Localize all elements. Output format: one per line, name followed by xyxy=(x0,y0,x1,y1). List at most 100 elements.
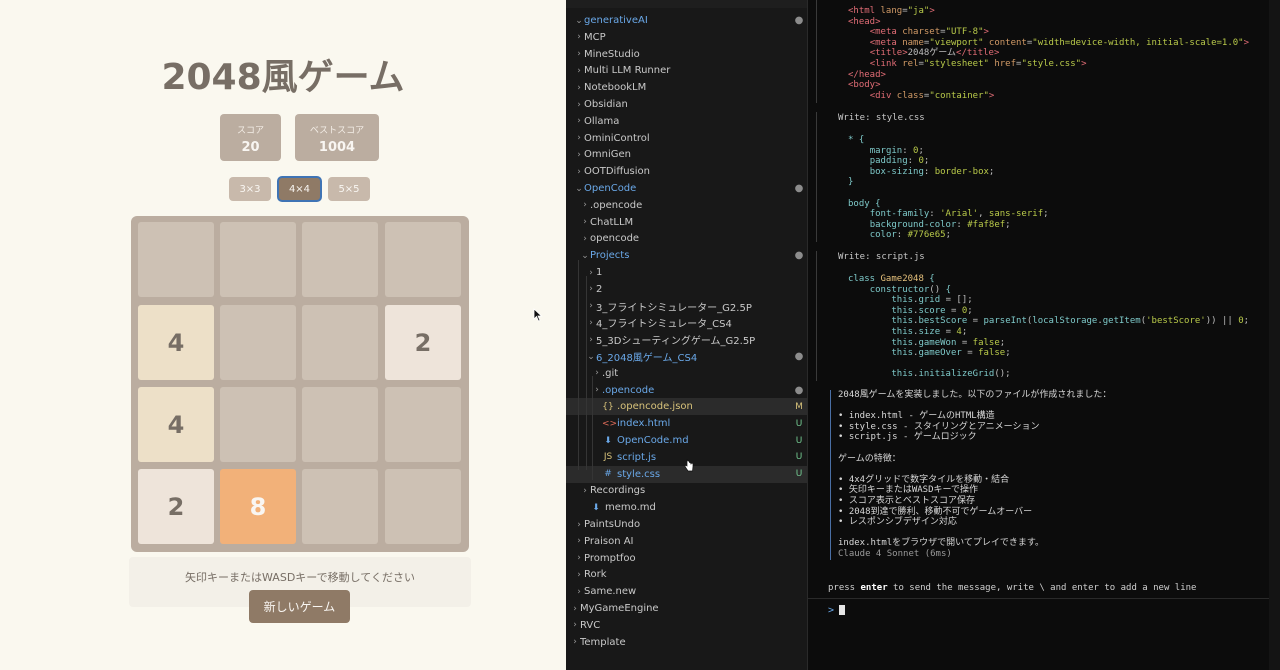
chevron-right-icon: › xyxy=(583,233,587,244)
explorer-item[interactable]: <> index.html U xyxy=(566,415,807,432)
explorer-item-label: .git xyxy=(602,367,619,379)
indent-guide xyxy=(592,376,593,480)
chevron-right-icon: › xyxy=(577,133,581,144)
indent-guide xyxy=(578,260,579,470)
explorer-item[interactable]: {} .opencode.json M xyxy=(566,398,807,416)
explorer-item[interactable]: › Obsidian xyxy=(566,96,807,113)
explorer-item[interactable]: › PaintsUndo xyxy=(566,516,807,533)
empty-cell xyxy=(302,222,378,297)
explorer-item[interactable]: › 1 xyxy=(566,264,807,281)
explorer-item[interactable]: › ChatLLM xyxy=(566,214,807,231)
explorer-item[interactable]: › Template xyxy=(566,634,807,651)
new-game-button[interactable]: 新しいゲーム xyxy=(249,590,350,623)
git-status-badge: U xyxy=(795,418,803,429)
response-line: • style.css - スタイリングとアニメーション xyxy=(838,421,1040,432)
explorer-item[interactable]: › Recordings xyxy=(566,482,807,499)
explorer-item-label: .opencode.json xyxy=(617,401,693,413)
explorer-item[interactable]: › 4_フライトシミュレータ_CS4 xyxy=(566,314,807,331)
explorer-item[interactable]: ⌄ OpenCode ● xyxy=(566,180,807,197)
explorer-item[interactable]: › MineStudio xyxy=(566,46,807,63)
response-line: 2048風ゲームを実装しました。以下のファイルが作成されました： xyxy=(838,390,1112,400)
help-text: 矢印キーまたはWASDキーで移動してください xyxy=(185,571,415,584)
explorer-item-label: generativeAI xyxy=(584,15,648,26)
output-guide-line xyxy=(816,251,817,381)
js-code-block: class Game2048 { constructor() { this.gr… xyxy=(848,274,1250,380)
explorer-item[interactable]: › Praison AI xyxy=(566,533,807,550)
explorer-item[interactable]: › .git xyxy=(566,365,807,382)
output-guide-line xyxy=(816,0,817,103)
explorer-item[interactable]: › 5_3Dシューティングゲーム_G2.5P xyxy=(566,331,807,348)
file-type-icon: # xyxy=(604,469,612,480)
response-line: • レスポンシブデザイン対応 xyxy=(838,517,957,528)
explorer-item-label: 1 xyxy=(596,267,603,278)
explorer-item[interactable]: › 3_フライトシミュレーター_G2.5P xyxy=(566,298,807,315)
chevron-right-icon: › xyxy=(583,200,587,211)
chevron-down-icon: ⌄ xyxy=(587,351,595,362)
explorer-item-label: Recordings xyxy=(590,485,646,497)
explorer-item-label: index.html xyxy=(617,418,671,430)
explorer-item-label: script.js xyxy=(617,451,657,463)
explorer-item-label: 2 xyxy=(596,283,603,295)
explorer-item[interactable]: › MyGameEngine xyxy=(566,600,807,617)
explorer-item[interactable]: › .opencode xyxy=(566,197,807,214)
explorer-item-label: Same.new xyxy=(584,586,637,598)
empty-cell xyxy=(385,387,461,462)
explorer-item-label: 4_フライトシミュレータ_CS4 xyxy=(596,319,732,331)
explorer-item[interactable]: › Multi LLM Runner xyxy=(566,62,807,79)
chevron-right-icon: › xyxy=(577,32,581,43)
tile: 4 xyxy=(138,305,214,380)
git-status-badge: M xyxy=(795,401,803,412)
chevron-right-icon: › xyxy=(577,519,581,530)
git-status-badge: ● xyxy=(794,15,804,26)
chevron-right-icon: › xyxy=(589,334,593,345)
explorer-item[interactable]: › RVC xyxy=(566,617,807,634)
hint-key: enter xyxy=(860,583,888,593)
chevron-right-icon: › xyxy=(595,385,599,396)
explorer-item[interactable]: › Ollama xyxy=(566,113,807,130)
explorer-item[interactable]: › opencode xyxy=(566,230,807,247)
explorer-item[interactable]: › .opencode ● xyxy=(566,382,807,399)
size-5x5-button[interactable]: 5×5 xyxy=(328,177,370,201)
explorer-item[interactable]: ⬇ memo.md xyxy=(566,499,807,516)
explorer-item[interactable]: › Same.new xyxy=(566,583,807,600)
chevron-right-icon: › xyxy=(577,99,581,110)
explorer-item[interactable]: › OmniGen xyxy=(566,146,807,163)
explorer-item[interactable]: › 2 xyxy=(566,281,807,298)
chevron-down-icon: ⌄ xyxy=(575,15,583,26)
prompt-input[interactable]: > xyxy=(808,598,1280,670)
scrollbar[interactable] xyxy=(1269,0,1280,670)
size-3x3-button[interactable]: 3×3 xyxy=(229,177,271,201)
explorer-item[interactable]: ⌄ Projects ● xyxy=(566,247,807,264)
file-type-icon: <> xyxy=(602,418,618,429)
size-4x4-button[interactable]: 4×4 xyxy=(277,176,322,202)
css-code-block: * { margin: 0; padding: 0; box-sizing: b… xyxy=(848,135,1049,241)
chevron-right-icon: › xyxy=(589,301,593,312)
explorer-item-label: MCP xyxy=(584,31,606,43)
indent-guide xyxy=(586,276,587,470)
git-status-badge: ● xyxy=(794,183,804,194)
score-box: スコア 20 xyxy=(220,114,281,161)
explorer-item[interactable]: › NotebookLM xyxy=(566,79,807,96)
explorer-item[interactable]: › OminiControl xyxy=(566,130,807,147)
explorer-item[interactable]: › MCP xyxy=(566,29,807,46)
response-line: index.htmlをブラウザで開いてプレイできます。 xyxy=(838,538,1045,549)
empty-cell xyxy=(302,305,378,380)
chevron-right-icon: › xyxy=(577,149,581,160)
explorer-item[interactable]: › Rork xyxy=(566,566,807,583)
chevron-down-icon: ⌄ xyxy=(575,183,583,194)
explorer-item-label: MyGameEngine xyxy=(580,603,659,614)
explorer-item-label: MineStudio xyxy=(584,48,640,60)
chevron-right-icon: › xyxy=(577,82,581,93)
explorer-item[interactable]: › OOTDiffusion xyxy=(566,163,807,180)
game-board: 42428 xyxy=(131,216,469,552)
explorer-item-label: OpenCode.md xyxy=(617,435,689,446)
explorer-item[interactable]: ⬇ OpenCode.md U xyxy=(566,432,807,449)
chevron-right-icon: › xyxy=(573,620,577,631)
explorer-item[interactable]: ⌄ generativeAI ● xyxy=(566,12,807,29)
explorer-item-label: NotebookLM xyxy=(584,82,647,94)
explorer-item[interactable]: › Promptfoo xyxy=(566,550,807,567)
game-title: 2048風ゲーム xyxy=(161,57,405,98)
chevron-right-icon: › xyxy=(577,49,581,60)
tile: 8 xyxy=(220,469,296,544)
explorer-item[interactable]: ⌄ 6_2048風ゲーム_CS4 ● xyxy=(566,348,807,365)
